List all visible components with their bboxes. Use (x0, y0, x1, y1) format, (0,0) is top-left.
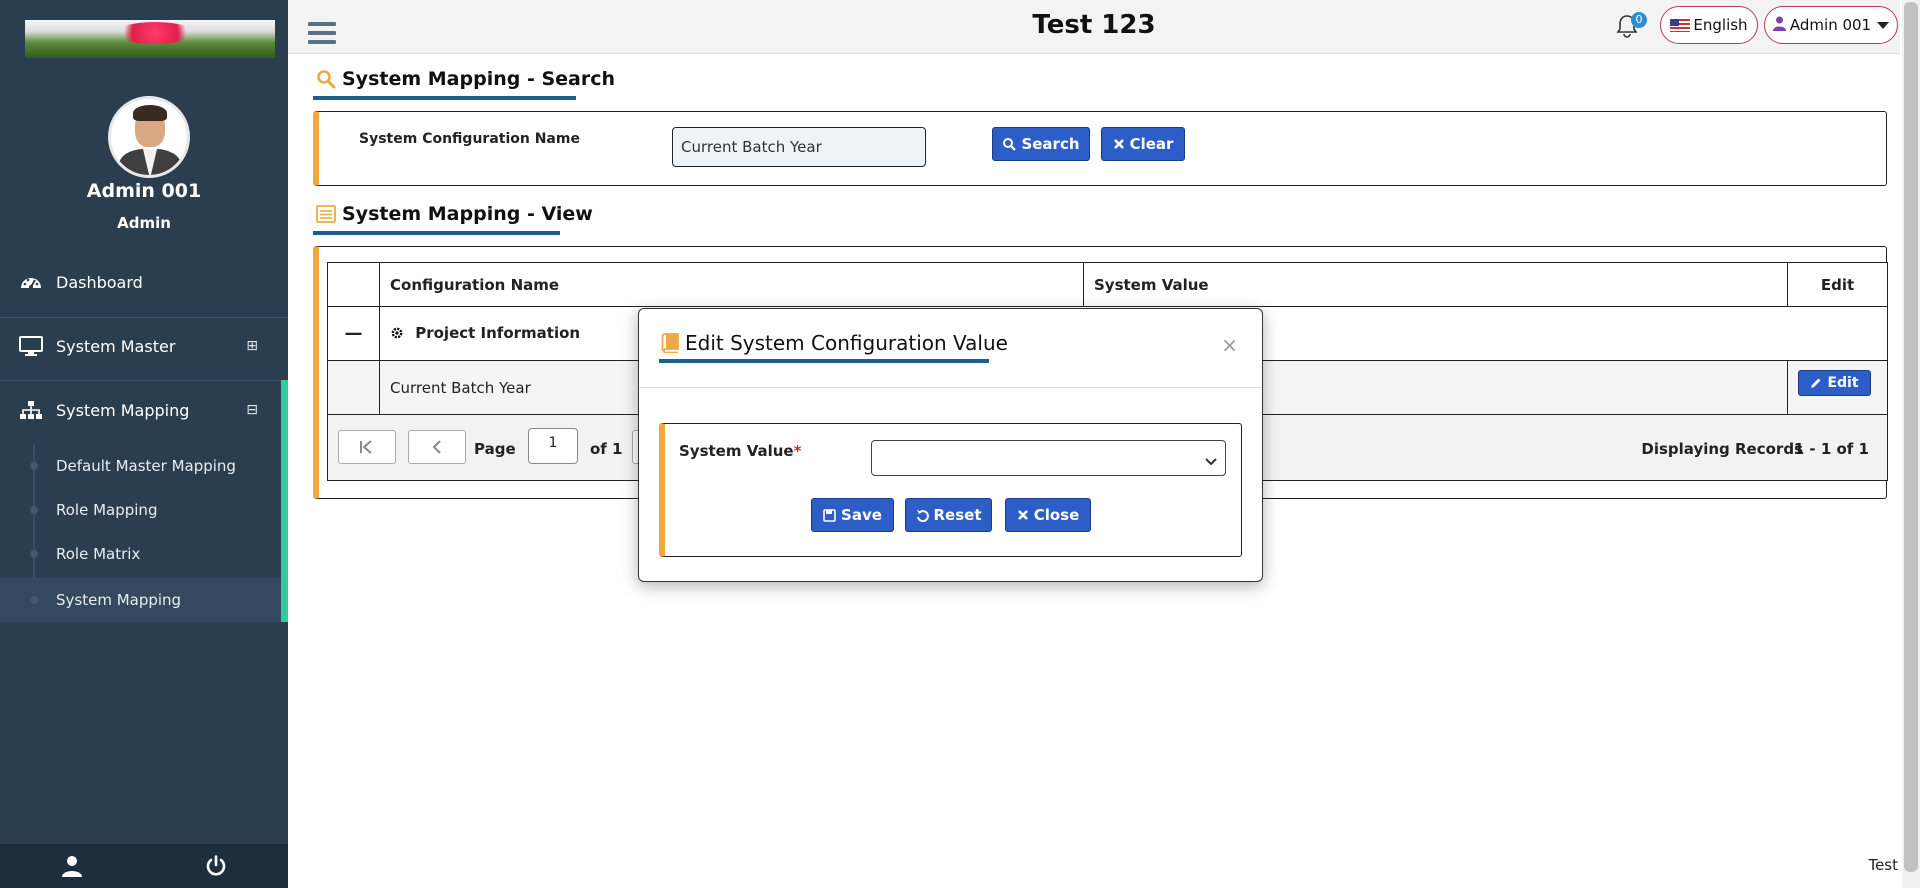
list-icon (316, 205, 336, 223)
language-selector[interactable]: English (1660, 6, 1758, 44)
chevron-down-icon (1205, 452, 1217, 471)
book-icon (661, 333, 679, 353)
collapse-icon[interactable]: ⊟ (246, 402, 258, 418)
profile-icon[interactable] (0, 855, 144, 877)
pencil-icon (1810, 377, 1822, 389)
section-underline (313, 96, 576, 100)
app-title: Test 123 (1032, 10, 1156, 40)
vertical-scrollbar[interactable] (1902, 0, 1920, 888)
search-panel: System Configuration Name Search Clear (313, 111, 1887, 186)
dashboard-icon (18, 272, 44, 292)
user-icon (1772, 16, 1786, 35)
gear-icon (390, 326, 404, 344)
sidebar: Admin 001 Admin Dashboard System Master … (0, 0, 288, 888)
user-menu-label: Admin 001 (1789, 16, 1872, 34)
user-menu[interactable]: Admin 001 (1764, 6, 1898, 44)
avatar (108, 96, 190, 178)
close-icon (1017, 509, 1029, 521)
user-role: Admin (117, 214, 171, 232)
sidebar-item-label: System Master (56, 336, 176, 356)
subitem-label: Default Master Mapping (56, 457, 236, 475)
clear-button[interactable]: Clear (1101, 127, 1185, 161)
reset-button[interactable]: Reset (905, 498, 992, 532)
footer-text: Test (1868, 856, 1898, 874)
required-mark: * (793, 442, 802, 460)
label-text: System Value (679, 442, 794, 460)
button-label: Search (1021, 135, 1080, 153)
column-header-system-value[interactable]: System Value (1083, 262, 1788, 307)
monitor-icon (18, 336, 44, 356)
undo-icon (916, 509, 929, 522)
sidebar-item-dashboard[interactable]: Dashboard (0, 254, 288, 310)
close-icon (1113, 138, 1125, 150)
caret-down-icon (1877, 21, 1890, 29)
records-range: 1 - 1 of 1 (1793, 440, 1869, 458)
sidebar-subitem-system-mapping[interactable]: System Mapping (0, 578, 281, 622)
system-value-label: System Value* (679, 442, 801, 460)
search-icon (1002, 137, 1017, 151)
config-name-label: System Configuration Name (359, 131, 580, 147)
button-label: Reset (933, 506, 982, 524)
edit-config-modal: Edit System Configuration Value × System… (638, 308, 1263, 582)
notification-count-badge: 0 (1631, 12, 1647, 28)
search-icon (316, 69, 336, 89)
subitem-label: System Mapping (56, 591, 182, 609)
sidebar-item-system-mapping[interactable]: System Mapping ⊟ (0, 382, 288, 438)
modal-title: Edit System Configuration Value (661, 331, 1008, 355)
hamburger-menu-icon[interactable] (308, 22, 336, 46)
row-spacer (327, 360, 380, 415)
collapse-group-icon[interactable]: — (327, 306, 380, 361)
subitem-label: Role Mapping (56, 501, 158, 519)
group-label: Project Information (415, 323, 581, 342)
button-label: Close (1033, 506, 1080, 524)
modal-title-underline (659, 359, 989, 363)
column-header-edit: Edit (1787, 262, 1888, 307)
modal-close-button[interactable]: Close (1005, 498, 1091, 532)
modal-title-text: Edit System Configuration Value (685, 331, 1008, 355)
section-title-text: System Mapping - Search (342, 68, 615, 90)
table-header-empty (327, 262, 380, 307)
sidebar-item-label: Dashboard (56, 272, 143, 292)
sidebar-item-system-master[interactable]: System Master ⊞ (0, 318, 288, 374)
config-name-input[interactable] (672, 127, 926, 167)
sitemap-icon (18, 400, 44, 420)
us-flag-icon (1670, 18, 1691, 32)
system-value-select[interactable] (871, 440, 1226, 476)
page-number-input[interactable]: 1 (528, 428, 578, 464)
button-label: Edit (1827, 375, 1859, 391)
button-label: Save (841, 506, 882, 524)
save-button[interactable]: Save (811, 498, 894, 532)
first-page-icon[interactable] (338, 430, 396, 464)
expand-icon[interactable]: ⊞ (246, 338, 258, 354)
sidebar-subitem-role-matrix[interactable]: Role Matrix (0, 532, 288, 576)
top-bar: Test 123 0 English Admin 001 (288, 0, 1900, 54)
modal-close-icon[interactable]: × (1221, 333, 1238, 357)
logo-banner (25, 20, 275, 58)
search-button[interactable]: Search (992, 127, 1090, 161)
page-label: Page (474, 440, 516, 458)
section-title-text: System Mapping - View (342, 203, 593, 225)
sidebar-footer (0, 844, 288, 888)
power-icon[interactable] (144, 855, 288, 877)
button-label: Clear (1129, 135, 1174, 153)
sidebar-subitem-default-master-mapping[interactable]: Default Master Mapping (0, 444, 288, 488)
edit-button[interactable]: Edit (1798, 370, 1871, 396)
section-underline (313, 231, 560, 235)
column-header-config-name[interactable]: Configuration Name (379, 262, 1084, 307)
sidebar-subitem-role-mapping[interactable]: Role Mapping (0, 488, 288, 532)
displaying-records-label: Displaying Records (1641, 440, 1803, 458)
subitem-label: Role Matrix (56, 545, 141, 563)
page-of-label: of 1 (590, 440, 623, 458)
modal-divider (639, 387, 1262, 388)
floppy-disk-icon (823, 508, 836, 522)
user-name: Admin 001 (86, 180, 202, 202)
modal-form-panel: System Value* Save Reset Close (659, 423, 1242, 557)
prev-page-icon[interactable] (408, 430, 466, 464)
view-section-title: System Mapping - View (316, 203, 593, 225)
sidebar-item-label: System Mapping (56, 400, 190, 420)
language-label: English (1693, 16, 1748, 34)
search-section-title: System Mapping - Search (316, 68, 615, 90)
row-edit-cell: Edit (1787, 360, 1888, 415)
